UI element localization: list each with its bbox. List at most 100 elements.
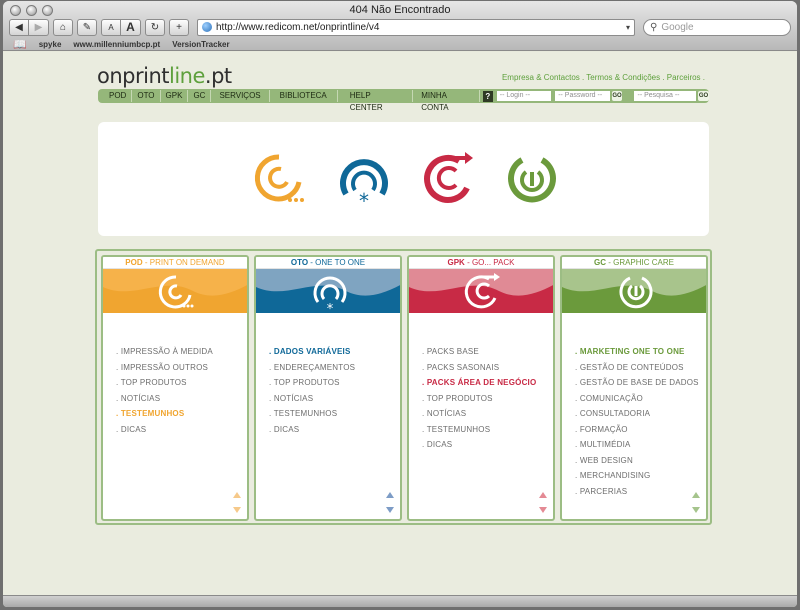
list-item[interactable]: . TOP PRODUTOS xyxy=(116,375,247,391)
gc-banner xyxy=(562,269,706,313)
scroll-up-icon[interactable] xyxy=(386,492,394,498)
forward-button[interactable]: ▶ xyxy=(29,18,49,36)
scroll-arrows xyxy=(233,492,241,513)
card-title[interactable]: OTO - ONE TO ONE xyxy=(256,257,400,269)
nav-item-gc[interactable]: GC xyxy=(188,90,212,102)
card-title[interactable]: GC - GRAPHIC CARE xyxy=(562,257,706,269)
list-item[interactable]: . MULTIMÉDIA xyxy=(575,437,706,453)
site-logo[interactable]: onprintline.pt xyxy=(97,64,232,88)
list-item[interactable]: . COMUNICAÇÃO xyxy=(575,391,706,407)
brand-hero-panel: * xyxy=(98,122,709,236)
nav-item-servicos[interactable]: SERVIÇOS xyxy=(211,90,270,102)
scroll-down-icon[interactable] xyxy=(386,507,394,513)
password-input[interactable]: -- Password -- xyxy=(555,91,610,101)
back-arrow-icon: ◀ xyxy=(15,21,23,33)
search-go-button[interactable]: GO xyxy=(698,91,709,101)
browser-toolbar: ◀ ▶ ⌂ ✎ A A ↻ + http://www.redicom.net/o… xyxy=(9,18,791,36)
bookmark-item[interactable]: spyke xyxy=(39,40,62,49)
list-item[interactable]: . NOTÍCIAS xyxy=(116,391,247,407)
scroll-up-icon[interactable] xyxy=(233,492,241,498)
scroll-arrows xyxy=(692,492,700,513)
reload-icon: ↻ xyxy=(150,21,160,33)
list-item[interactable]: . IMPRESSÃO OUTROS xyxy=(116,360,247,376)
oto-menu: . DADOS VARIÁVEIS . ENDEREÇAMENTOS . TOP… xyxy=(256,344,400,437)
list-item[interactable]: . CONSULTADORIA xyxy=(575,406,706,422)
text-smaller-button[interactable]: A xyxy=(101,18,121,36)
list-item[interactable]: . TOP PRODUTOS xyxy=(422,391,553,407)
oto-logo-icon[interactable]: * xyxy=(338,152,390,208)
list-item[interactable]: . NOTÍCIAS xyxy=(422,406,553,422)
gpk-banner xyxy=(409,269,553,313)
search-input[interactable]: -- Pesquisa -- xyxy=(634,91,697,101)
list-item[interactable]: . NOTÍCIAS xyxy=(269,391,400,407)
list-item[interactable]: . PARCERIAS xyxy=(575,484,706,500)
edit-button[interactable]: ✎ xyxy=(77,18,97,36)
list-item[interactable]: . GESTÃO DE BASE DE DADOS xyxy=(575,375,706,391)
list-item[interactable]: . MERCHANDISING xyxy=(575,468,706,484)
bookmark-item[interactable]: VersionTracker xyxy=(172,40,229,49)
top-links[interactable]: Empresa & Contactos . Termos & Condições… xyxy=(502,73,705,82)
help-icon[interactable]: ? xyxy=(482,90,493,102)
card-title[interactable]: POD - PRINT ON DEMAND xyxy=(103,257,247,269)
scroll-up-icon[interactable] xyxy=(692,492,700,498)
chevron-down-icon[interactable]: ▾ xyxy=(626,23,630,32)
magnifier-icon: ⚲ xyxy=(650,21,658,33)
google-search-field[interactable]: ⚲ Google xyxy=(643,18,791,36)
login-go-button[interactable]: GO xyxy=(611,91,623,101)
globe-icon xyxy=(202,22,212,32)
list-item-active[interactable]: . MARKETING ONE TO ONE xyxy=(575,344,706,360)
list-item[interactable]: . TOP PRODUTOS xyxy=(269,375,400,391)
list-item[interactable]: . PACKS SASONAIS xyxy=(422,360,553,376)
list-item[interactable]: . DICAS xyxy=(422,437,553,453)
scroll-down-icon[interactable] xyxy=(692,507,700,513)
back-button[interactable]: ◀ xyxy=(9,18,29,36)
address-bar[interactable]: http://www.redicom.net/onprintline/v4 ▾ xyxy=(197,18,635,36)
nav-item-pod[interactable]: POD xyxy=(104,90,133,102)
bookmark-item[interactable]: www.millenniumbcp.pt xyxy=(73,40,160,49)
list-item[interactable]: . FORMAÇÃO xyxy=(575,422,706,438)
nav-item-biblioteca[interactable]: BIBLIOTECA xyxy=(270,90,338,102)
gpk-card: GPK - GO... PACK . PACKS BASE . PACKS SA… xyxy=(407,255,555,521)
oto-banner: * xyxy=(256,269,400,313)
nav-item-help-center[interactable]: HELP CENTER xyxy=(338,90,414,112)
nav-item-oto[interactable]: OTO xyxy=(132,90,161,102)
list-item[interactable]: . DICAS xyxy=(269,422,400,438)
list-item[interactable]: . TESTEMUNHOS xyxy=(422,422,553,438)
add-bookmark-button[interactable]: + xyxy=(169,18,189,36)
window-title: 404 Não Encontrado xyxy=(349,4,451,16)
gpk-logo-icon[interactable] xyxy=(423,152,475,204)
pod-logo-icon[interactable] xyxy=(253,152,305,204)
browser-titlebar: 404 Não Encontrado ◀ ▶ ⌂ ✎ A A ↻ + http:… xyxy=(3,1,797,51)
list-item-active[interactable]: . PACKS ÁREA DE NEGÓCIO xyxy=(422,375,553,391)
gc-menu: . MARKETING ONE TO ONE . GESTÃO DE CONTE… xyxy=(562,344,706,499)
list-item[interactable]: . PACKS BASE xyxy=(422,344,553,360)
login-input[interactable]: -- Login -- xyxy=(496,91,552,101)
scroll-down-icon[interactable] xyxy=(233,507,241,513)
reload-button[interactable]: ↻ xyxy=(145,18,165,36)
list-item-active[interactable]: . TESTEMUNHOS xyxy=(116,406,247,422)
service-cards: POD - PRINT ON DEMAND . IMPRESSÃO À MEDI… xyxy=(95,249,712,525)
list-item[interactable]: . DICAS xyxy=(116,422,247,438)
list-item[interactable]: . TESTEMUNHOS xyxy=(269,406,400,422)
nav-item-gpk[interactable]: GPK xyxy=(161,90,189,102)
card-title[interactable]: GPK - GO... PACK xyxy=(409,257,553,269)
home-button[interactable]: ⌂ xyxy=(53,18,73,36)
open-book-icon[interactable]: 📖 xyxy=(13,38,27,51)
google-search-placeholder: Google xyxy=(661,21,694,33)
scroll-down-icon[interactable] xyxy=(539,507,547,513)
nav-item-minha-conta[interactable]: MINHA CONTA xyxy=(413,90,480,112)
gc-logo-icon[interactable] xyxy=(506,152,558,204)
scroll-arrows xyxy=(539,492,547,513)
list-item[interactable]: . GESTÃO DE CONTEÚDOS xyxy=(575,360,706,376)
list-item-active[interactable]: . DADOS VARIÁVEIS xyxy=(269,344,400,360)
list-item[interactable]: . WEB DESIGN xyxy=(575,453,706,469)
text-size-buttons: A A xyxy=(101,18,141,36)
pencil-icon: ✎ xyxy=(82,21,92,33)
text-bigger-button[interactable]: A xyxy=(121,18,141,36)
plus-icon: + xyxy=(176,21,182,33)
forward-arrow-icon: ▶ xyxy=(34,21,43,33)
history-buttons: ◀ ▶ xyxy=(9,18,49,36)
list-item[interactable]: . IMPRESSÃO À MEDIDA xyxy=(116,344,247,360)
scroll-up-icon[interactable] xyxy=(539,492,547,498)
list-item[interactable]: . ENDEREÇAMENTOS xyxy=(269,360,400,376)
